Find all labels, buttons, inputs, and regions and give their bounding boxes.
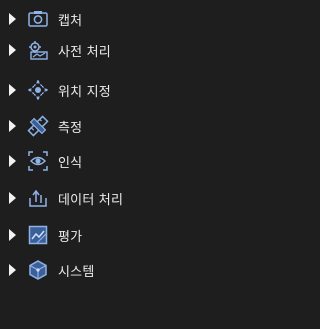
tree-item-evaluate[interactable]: 평가 (0, 220, 245, 250)
measure-icon (27, 115, 49, 137)
expand-arrow-icon[interactable] (9, 155, 16, 167)
tree-item-label: 사전 처리 (58, 44, 111, 60)
system-icon (27, 259, 49, 281)
expand-arrow-icon[interactable] (9, 13, 16, 25)
expand-arrow-icon[interactable] (9, 229, 16, 241)
tree-item-measure[interactable]: 측정 (0, 111, 245, 141)
preprocess-icon (27, 39, 49, 61)
expand-arrow-icon[interactable] (9, 84, 16, 96)
tree-item-system[interactable]: 시스템 (0, 255, 245, 285)
tree-item-label: 데이터 처리 (58, 192, 124, 208)
tree-item-locate[interactable]: 위치 지정 (0, 75, 245, 105)
eye-icon (27, 150, 49, 172)
tree-item-label: 측정 (58, 120, 83, 136)
evaluate-icon (27, 224, 49, 246)
tree-item-preprocess[interactable]: 사전 처리 (0, 35, 245, 65)
data-export-icon (27, 187, 49, 209)
tree-item-label: 캡처 (58, 13, 83, 29)
expand-arrow-icon[interactable] (9, 192, 16, 204)
tree-item-capture[interactable]: 캡처 (0, 4, 245, 34)
expand-arrow-icon[interactable] (9, 264, 16, 276)
expand-arrow-icon[interactable] (9, 44, 16, 56)
function-tree-panel: 캡처 사전 처리 위치 지정 측정 인식 데이터 처리 평가 시스템 (0, 0, 245, 329)
tree-item-data-processing[interactable]: 데이터 처리 (0, 183, 245, 213)
tree-item-label: 인식 (58, 155, 83, 171)
tree-item-label: 위치 지정 (58, 84, 111, 100)
tree-item-recognize[interactable]: 인식 (0, 146, 245, 176)
locate-icon (27, 79, 49, 101)
expand-arrow-icon[interactable] (9, 120, 16, 132)
tree-item-label: 평가 (58, 229, 83, 245)
camera-icon (27, 8, 49, 30)
tree-item-label: 시스템 (58, 264, 95, 280)
